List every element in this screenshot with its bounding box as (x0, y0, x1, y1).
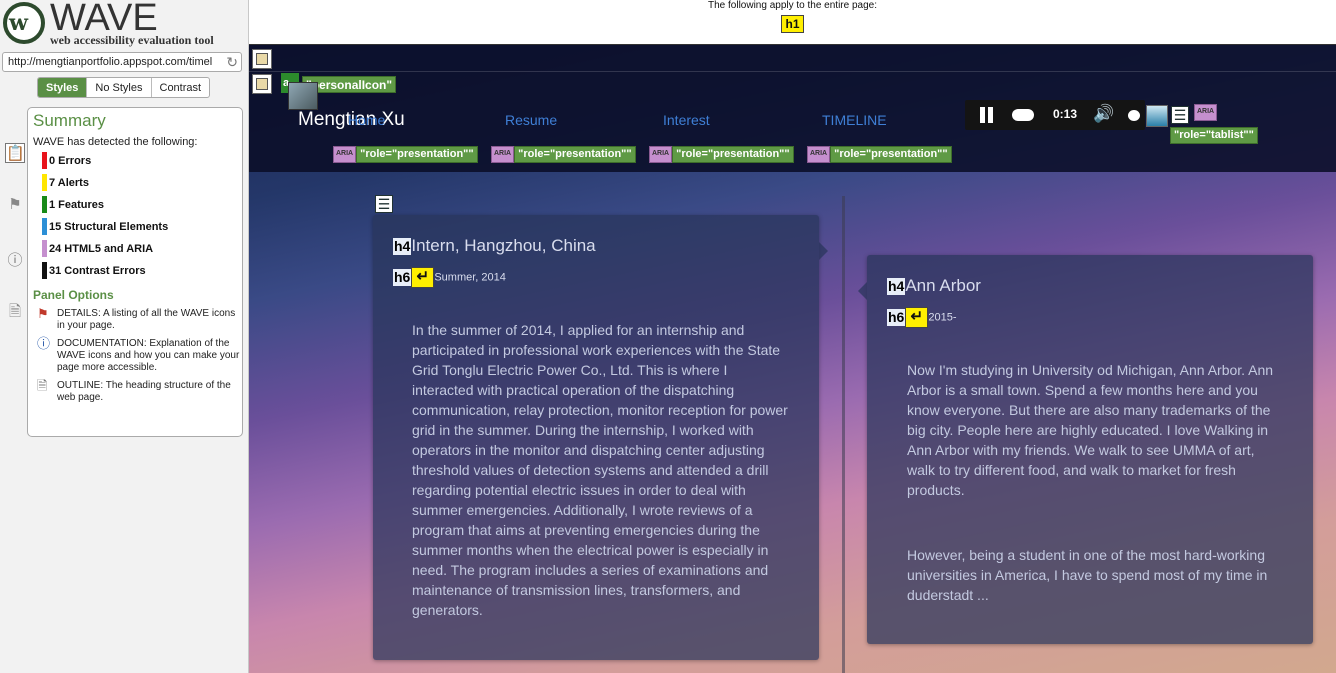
view-toggle: Styles No Styles Contrast (37, 77, 211, 98)
skipped-heading-alert-icon[interactable]: ↵ (411, 267, 435, 288)
image-icon[interactable] (1146, 105, 1168, 127)
site-navbar: a "personalIcon" Mengtian Xu Home Resume… (249, 44, 1336, 172)
card-pointer (819, 242, 828, 260)
wave-sidebar: w WAVE web accessibility evaluation tool… (0, 0, 249, 673)
h4-badge[interactable]: h4 (393, 238, 412, 256)
summary-list: 0 Errors 7 Alerts 1 Features 15 Structur… (33, 152, 242, 284)
summary-item-structural[interactable]: 15 Structural Elements (33, 218, 242, 240)
progress-slider[interactable] (1012, 109, 1034, 121)
summary-item-features[interactable]: 1 Features (33, 196, 242, 218)
list-icon[interactable]: ☰ (1171, 106, 1189, 124)
card-title: h4Ann Arbor (887, 276, 981, 296)
tab-styles[interactable]: Styles (38, 78, 87, 97)
option-documentation[interactable]: ⓘ DOCUMENTATION: Explanation of the WAVE… (33, 336, 242, 374)
skipped-heading-alert-icon[interactable]: ↵ (905, 307, 929, 328)
layout-table-icon[interactable] (252, 74, 272, 94)
document-icon: 🗎 (37, 378, 48, 393)
aria-role-presentation[interactable]: ARIA "role="presentation"" (333, 146, 478, 163)
card-paragraph: However, being a student in one of the m… (907, 547, 1268, 603)
card-paragraph: Now I'm studying in University od Michig… (907, 362, 1274, 498)
card-title: h4Intern, Hangzhou, China (393, 236, 596, 256)
summary-title: Summary (33, 111, 106, 130)
tab-contrast[interactable]: Contrast (150, 78, 210, 97)
info-icon[interactable]: ⓘ (5, 249, 25, 269)
list-icon[interactable]: ☰ (375, 195, 393, 213)
card-subtitle: h6 ↵ Summer, 2014 (393, 267, 506, 288)
website-preview: a "personalIcon" Mengtian Xu Home Resume… (249, 44, 1336, 673)
alerts-color-bar (42, 174, 47, 191)
option-details[interactable]: ⚑ DETAILS: A listing of all the WAVE ico… (33, 306, 242, 332)
nav-home[interactable]: Home (348, 112, 385, 128)
card-paragraph: In the summer of 2014, I applied for an … (412, 322, 788, 618)
wave-logo-mark: w (9, 10, 28, 36)
pause-icon[interactable] (979, 107, 995, 123)
contrast-color-bar (42, 262, 47, 279)
aria-role-tablist[interactable]: "role="tablist"" (1170, 127, 1258, 144)
audio-player: 0:13 🔊 (965, 100, 1145, 130)
nav-resume[interactable]: Resume (505, 112, 557, 128)
h4-badge[interactable]: h4 (887, 278, 906, 296)
reload-icon[interactable]: ↻ (226, 54, 238, 71)
page-notice: The following apply to the entire page: (708, 0, 877, 11)
tab-no-styles[interactable]: No Styles (86, 78, 150, 97)
summary-item-aria[interactable]: 24 HTML5 and ARIA (33, 240, 242, 262)
detected-label: WAVE has detected the following: (33, 136, 198, 148)
errors-color-bar (42, 152, 47, 169)
aria-role-presentation[interactable]: ARIA "role="presentation"" (807, 146, 952, 163)
timeline-card-intern: h4Intern, Hangzhou, China h6 ↵ Summer, 201… (373, 215, 828, 660)
volume-icon[interactable]: 🔊 (1093, 104, 1114, 124)
summary-item-alerts[interactable]: 7 Alerts (33, 174, 242, 196)
flag-icon: ⚑ (37, 306, 49, 321)
nav-timeline[interactable]: TIMELINE (822, 112, 887, 128)
summary-item-errors[interactable]: 0 Errors (33, 152, 242, 174)
page-notice-bar: The following apply to the entire page: … (249, 0, 1336, 44)
navbar-divider (249, 71, 1336, 72)
aria-badge[interactable]: ARIA (1194, 104, 1218, 121)
wave-logo-tagline: web accessibility evaluation tool (50, 33, 214, 47)
aria-role-presentation[interactable]: ARIA "role="presentation"" (491, 146, 636, 163)
timeline-line (842, 196, 845, 673)
volume-slider[interactable] (1128, 110, 1140, 121)
info-icon: ⓘ (37, 336, 51, 351)
aria-role-presentation[interactable]: ARIA "role="presentation"" (649, 146, 794, 163)
option-outline[interactable]: 🗎 OUTLINE: The heading structure of the … (33, 378, 242, 404)
card-subtitle: h6 ↵ 2015- (887, 307, 956, 328)
wave-logo[interactable]: w WAVE web accessibility evaluation tool (2, 0, 247, 49)
h6-badge[interactable]: h6 (887, 309, 906, 326)
url-value: http://mengtianportfolio.appspot.com/tim… (8, 56, 213, 68)
player-time: 0:13 (1053, 107, 1078, 121)
summary-item-contrast[interactable]: 31 Contrast Errors (33, 262, 242, 284)
timeline-card-ann-arbor: h4Ann Arbor h6 ↵ 2015- Now I'm studying in… (858, 255, 1313, 644)
structural-color-bar (42, 218, 47, 235)
flag-icon[interactable]: ⚑ (5, 195, 25, 215)
clipboard-icon[interactable]: 📋 (5, 143, 25, 163)
features-color-bar (42, 196, 47, 213)
nav-interest[interactable]: Interest (663, 112, 710, 128)
summary-panel: Summary WAVE has detected the following:… (27, 107, 243, 437)
avatar[interactable] (288, 82, 318, 110)
aria-color-bar (42, 240, 47, 257)
h1-badge[interactable]: h1 (781, 15, 804, 33)
panel-options-title: Panel Options (33, 288, 114, 302)
h6-badge[interactable]: h6 (393, 269, 412, 286)
document-icon[interactable]: 🗎 (5, 301, 25, 321)
url-input[interactable]: http://mengtianportfolio.appspot.com/tim… (2, 52, 242, 72)
card-pointer (858, 282, 867, 300)
layout-table-icon[interactable] (252, 49, 272, 69)
